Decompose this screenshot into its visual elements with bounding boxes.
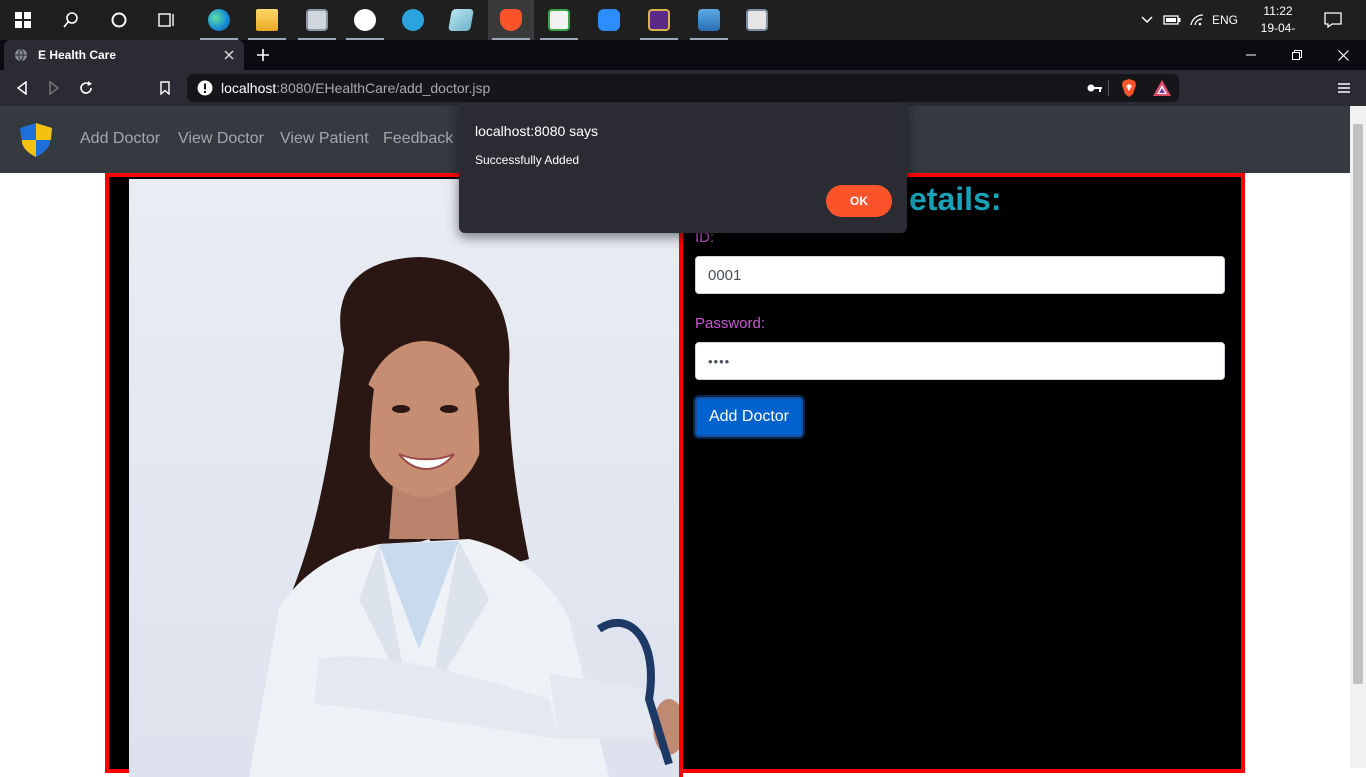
monitor-app-icon bbox=[306, 9, 328, 31]
alert-dialog: localhost:8080 says Successfully Added O… bbox=[459, 103, 907, 233]
password-label: Password: bbox=[695, 315, 766, 332]
url-path: :8080/EHealthCare/add_doctor.jsp bbox=[276, 80, 491, 96]
close-window-button[interactable] bbox=[1320, 40, 1366, 70]
browser-toolbar: localhost:8080/EHealthCare/add_doctor.js… bbox=[0, 70, 1366, 106]
back-icon bbox=[16, 81, 27, 95]
taskbar-photos[interactable] bbox=[686, 0, 732, 40]
minimize-button[interactable] bbox=[1228, 40, 1274, 70]
taskbar-app-10[interactable] bbox=[636, 0, 682, 40]
search-button[interactable] bbox=[48, 0, 94, 40]
browser-tab[interactable]: E Health Care bbox=[4, 40, 244, 70]
edge-icon bbox=[208, 9, 230, 31]
show-hidden-icons[interactable] bbox=[1136, 0, 1158, 40]
new-tab-button[interactable] bbox=[252, 44, 274, 66]
taskbar-brave[interactable] bbox=[488, 0, 534, 40]
taskbar-edge[interactable] bbox=[196, 0, 242, 40]
forward-button[interactable] bbox=[38, 70, 70, 106]
reload-button[interactable] bbox=[70, 70, 102, 106]
form-title: etails: bbox=[909, 181, 1002, 217]
taskbar-telegram[interactable] bbox=[390, 0, 436, 40]
nav-feedback[interactable]: Feedback bbox=[383, 130, 453, 148]
forward-icon bbox=[49, 81, 60, 95]
info-icon bbox=[197, 80, 213, 96]
address-bar[interactable]: localhost:8080/EHealthCare/add_doctor.js… bbox=[187, 74, 1179, 102]
scrollbar-thumb[interactable] bbox=[1353, 124, 1363, 684]
brave-icon bbox=[500, 9, 522, 31]
doctor-photo bbox=[129, 179, 679, 777]
brave-shields-icon[interactable] bbox=[1121, 79, 1137, 97]
close-icon bbox=[1337, 49, 1349, 61]
back-button[interactable] bbox=[6, 70, 38, 106]
minimize-icon bbox=[1246, 54, 1256, 56]
chevron-up-icon bbox=[1141, 16, 1153, 24]
windows-taskbar: ENG 11:22 19-04-2021 bbox=[0, 0, 1366, 52]
frame-divider bbox=[679, 177, 683, 777]
task-view-icon bbox=[158, 13, 174, 27]
dialog-message: Successfully Added bbox=[475, 153, 580, 167]
zoom-icon bbox=[598, 9, 620, 31]
window-app-icon bbox=[746, 9, 768, 31]
nav-view-doctor[interactable]: View Doctor bbox=[178, 130, 264, 148]
dialog-ok-button[interactable]: OK bbox=[826, 185, 892, 217]
task-view-button[interactable] bbox=[144, 0, 190, 40]
restore-button[interactable] bbox=[1274, 40, 1320, 70]
notes-app-icon bbox=[448, 9, 474, 31]
bookmark-icon bbox=[160, 81, 170, 95]
wifi-icon bbox=[1190, 14, 1204, 26]
dialog-title: localhost:8080 says bbox=[475, 123, 598, 139]
taskbar-app-3[interactable] bbox=[294, 0, 340, 40]
taskbar-app-8[interactable] bbox=[536, 0, 582, 40]
folder-icon bbox=[256, 9, 278, 31]
taskbar-zoom[interactable] bbox=[586, 0, 632, 40]
url-divider bbox=[1108, 80, 1109, 96]
battery-tray[interactable] bbox=[1160, 0, 1184, 40]
url-host: localhost bbox=[221, 80, 277, 96]
menu-button[interactable] bbox=[1328, 70, 1360, 106]
taskbar-app-4[interactable] bbox=[342, 0, 388, 40]
add-doctor-button[interactable]: Add Doctor bbox=[695, 397, 803, 437]
page-scrollbar[interactable] bbox=[1350, 106, 1366, 768]
search-icon bbox=[63, 12, 78, 28]
close-icon bbox=[224, 50, 234, 60]
game-app-icon bbox=[648, 9, 670, 31]
editor-app-icon bbox=[548, 9, 570, 31]
nav-view-patient[interactable]: View Patient bbox=[280, 130, 369, 148]
globe-icon bbox=[15, 48, 27, 62]
doctor-illustration bbox=[249, 257, 679, 777]
nav-add-doctor[interactable]: Add Doctor bbox=[80, 130, 160, 148]
browser-tab-strip: E Health Care bbox=[0, 40, 1366, 70]
wifi-tray[interactable] bbox=[1186, 0, 1208, 40]
brave-rewards-icon[interactable] bbox=[1153, 80, 1171, 96]
taskbar-app-12[interactable] bbox=[734, 0, 780, 40]
tab-close-button[interactable] bbox=[220, 46, 238, 64]
telegram-icon bbox=[402, 9, 424, 31]
taskbar-explorer[interactable] bbox=[244, 0, 290, 40]
plus-icon bbox=[257, 49, 269, 61]
taskbar-app-6[interactable] bbox=[438, 0, 484, 40]
start-button[interactable] bbox=[0, 0, 46, 40]
restore-icon bbox=[1292, 50, 1302, 60]
photos-icon bbox=[698, 9, 720, 31]
bookmark-button[interactable] bbox=[149, 70, 181, 106]
windows-logo-icon bbox=[15, 12, 31, 28]
key-icon[interactable] bbox=[1087, 82, 1103, 94]
hamburger-menu-icon bbox=[1338, 83, 1350, 93]
tab-title: E Health Care bbox=[38, 48, 117, 62]
notifications-button[interactable] bbox=[1316, 0, 1350, 40]
password-field[interactable]: •••• bbox=[695, 342, 1225, 380]
w-app-icon bbox=[354, 9, 376, 31]
battery-icon bbox=[1163, 15, 1181, 25]
cortana-icon bbox=[111, 12, 127, 28]
content-frame: etails: ID: 0001 Password: •••• Add Doct… bbox=[105, 173, 1245, 777]
clock-time: 11:22 bbox=[1263, 4, 1293, 18]
shield-logo-icon[interactable] bbox=[20, 123, 52, 157]
cortana-button[interactable] bbox=[96, 0, 142, 40]
id-field[interactable]: 0001 bbox=[695, 256, 1225, 294]
reload-icon bbox=[80, 81, 92, 94]
language-indicator[interactable]: ENG bbox=[1210, 0, 1240, 40]
notification-icon bbox=[1324, 12, 1342, 28]
